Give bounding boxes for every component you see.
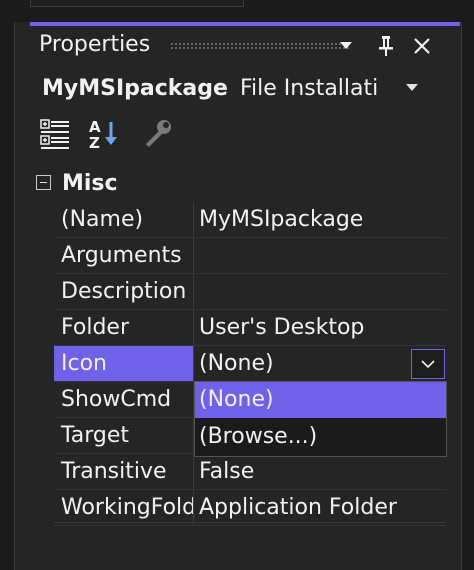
categorized-view-icon (40, 119, 69, 149)
property-row-folder[interactable]: Folder User's Desktop (30, 310, 460, 346)
icon-dropdown-list: (None) (Browse...) (194, 381, 447, 457)
property-value[interactable]: False (194, 454, 446, 490)
pin-button[interactable] (372, 32, 400, 60)
panel-title: Properties (39, 32, 151, 57)
alphabetical-sort-icon: A Z (89, 118, 117, 152)
property-row-name[interactable]: (Name) MyMSIpackage (30, 202, 460, 238)
property-value[interactable] (194, 238, 446, 274)
object-name: MyMSIpackage (42, 76, 228, 101)
grid-bottom-border (54, 522, 446, 523)
property-name: Transitive (54, 454, 193, 490)
panel-title-bar[interactable]: Properties (30, 26, 460, 66)
drag-grip[interactable] (170, 42, 350, 50)
property-name: Folder (54, 310, 193, 346)
property-name: (Name) (54, 202, 193, 238)
property-name: ShowCmd (54, 382, 193, 418)
object-type: File Installatio (240, 76, 378, 101)
close-button[interactable] (408, 32, 436, 60)
property-name: Icon (54, 346, 193, 382)
top-strip (0, 0, 474, 22)
window-options-button[interactable] (332, 32, 360, 60)
property-value[interactable]: User's Desktop (194, 310, 446, 346)
property-value[interactable] (194, 274, 446, 310)
property-row-icon[interactable]: Icon (None) (30, 346, 460, 382)
categorized-button[interactable] (38, 116, 74, 152)
chevron-down-icon (421, 359, 435, 368)
property-name: WorkingFolder (54, 490, 193, 526)
property-name: Arguments (54, 238, 193, 274)
property-row-description[interactable]: Description (30, 274, 460, 310)
dropdown-option-none[interactable]: (None) (195, 382, 446, 418)
property-name: Description (54, 274, 193, 310)
svg-text:Z: Z (89, 134, 100, 152)
alphabetical-button[interactable]: A Z (86, 116, 122, 152)
category-misc[interactable]: Misc (30, 166, 460, 202)
chevron-down-icon[interactable] (406, 84, 418, 91)
category-label: Misc (62, 171, 118, 196)
pin-icon (379, 36, 393, 56)
property-row-transitive[interactable]: Transitive False (30, 454, 460, 490)
wrench-icon (146, 120, 171, 147)
value-dropdown-button[interactable] (411, 349, 445, 379)
property-row-workingfolder[interactable]: WorkingFolder Application Folder (30, 490, 460, 526)
dropdown-arrow-icon (340, 42, 352, 49)
property-value[interactable]: Application Folder (194, 490, 446, 526)
property-name: Target (54, 418, 193, 454)
upper-window-edge (30, 0, 244, 7)
property-pages-button[interactable] (140, 116, 176, 152)
collapse-icon[interactable] (36, 175, 51, 190)
property-value[interactable]: MyMSIpackage (194, 202, 446, 238)
dropdown-option-browse[interactable]: (Browse...) (195, 419, 446, 455)
properties-toolbar: A Z (30, 112, 460, 158)
property-value[interactable]: (None) (194, 346, 446, 382)
object-selector[interactable]: MyMSIpackage File Installatio (30, 68, 460, 110)
property-row-arguments[interactable]: Arguments (30, 238, 460, 274)
close-icon (414, 38, 430, 54)
